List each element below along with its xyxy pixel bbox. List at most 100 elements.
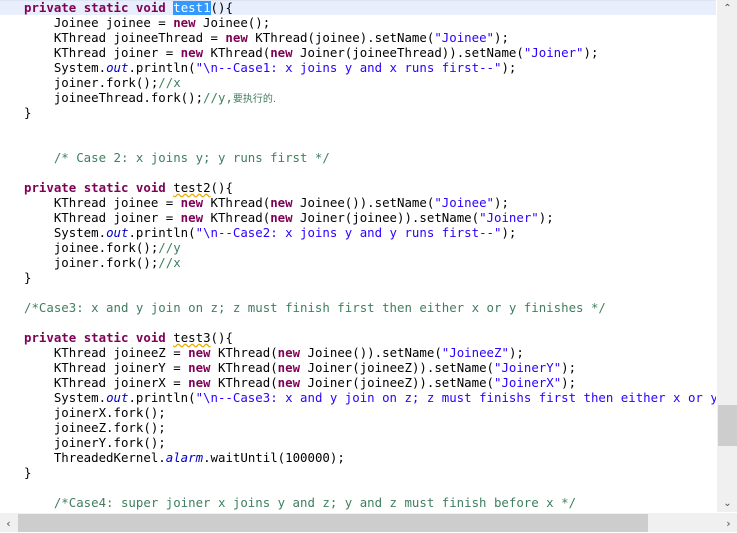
code-token: "\n--Case1: x joins y and x runs first--… bbox=[195, 60, 502, 75]
code-token: void bbox=[135, 0, 166, 15]
code-line[interactable]: private static void test2(){ bbox=[0, 180, 716, 195]
code-token: ); bbox=[508, 345, 524, 360]
code-line[interactable]: joinerY.fork(); bbox=[0, 435, 716, 450]
code-token: out bbox=[106, 225, 129, 240]
code-line[interactable]: KThread joineeZ = new KThread(new Joinee… bbox=[0, 345, 716, 360]
code-line[interactable]: KThread joinerX = new KThread(new Joiner… bbox=[0, 375, 716, 390]
scroll-right-arrow-icon[interactable]: › bbox=[720, 513, 737, 533]
code-token: System. bbox=[24, 390, 107, 405]
code-line[interactable]: joineeThread.fork();//y,要执行的. bbox=[0, 90, 716, 105]
code-token: Joinee(); bbox=[195, 15, 271, 30]
code-token: .println( bbox=[128, 60, 196, 75]
code-token: Joinee joinee = bbox=[24, 15, 174, 30]
scroll-up-arrow-icon[interactable]: ⌃ bbox=[717, 0, 737, 17]
code-token: joiner.fork(); bbox=[24, 75, 159, 90]
vertical-scrollbar-thumb[interactable] bbox=[718, 405, 737, 446]
code-line[interactable]: joiner.fork();//x bbox=[0, 255, 716, 270]
code-token: KThread(joinee).setName( bbox=[247, 30, 435, 45]
code-token: static bbox=[83, 180, 129, 195]
code-editor-window: private static void test1(){ Joinee join… bbox=[0, 0, 737, 532]
code-token: KThread( bbox=[203, 210, 271, 225]
scroll-down-arrow-icon[interactable]: ⌄ bbox=[717, 495, 737, 512]
code-text-area[interactable]: private static void test1(){ Joinee join… bbox=[0, 0, 717, 512]
code-token: KThread joinee = bbox=[24, 195, 181, 210]
code-line[interactable]: Joinee joinee = new Joinee(); bbox=[0, 15, 716, 30]
selected-token: test1 bbox=[173, 0, 211, 15]
code-line[interactable]: KThread joiner = new KThread(new Joiner(… bbox=[0, 45, 716, 60]
code-line[interactable] bbox=[0, 165, 716, 180]
code-line[interactable]: KThread joinee = new KThread(new Joinee(… bbox=[0, 195, 716, 210]
horizontal-scrollbar[interactable]: ‹ › bbox=[0, 512, 737, 532]
code-line[interactable]: /*Case3: x and y join on z; z must finis… bbox=[0, 300, 716, 315]
code-line[interactable]: } bbox=[0, 105, 716, 120]
code-line[interactable]: joinerX.fork(); bbox=[0, 405, 716, 420]
code-token: KThread joiner = bbox=[24, 210, 181, 225]
code-token: ); bbox=[583, 45, 599, 60]
code-token: "JoinerY" bbox=[494, 360, 562, 375]
code-token: joinee.fork(); bbox=[24, 240, 159, 255]
code-token: "JoineeZ" bbox=[441, 345, 509, 360]
code-line[interactable]: private static void test3(){ bbox=[0, 330, 716, 345]
code-token: KThread joineeZ = bbox=[24, 345, 189, 360]
code-token: joinerY.fork(); bbox=[24, 435, 166, 450]
code-line[interactable]: KThread joineeThread = new KThread(joine… bbox=[0, 30, 716, 45]
code-token: out bbox=[106, 390, 129, 405]
code-token: Joiner(joinee)).setName( bbox=[292, 210, 480, 225]
code-token: private bbox=[24, 330, 77, 345]
code-token: new bbox=[188, 375, 211, 390]
code-line[interactable] bbox=[0, 285, 716, 300]
code-line[interactable]: System.out.println("\n--Case3: x and y j… bbox=[0, 390, 716, 405]
code-line[interactable] bbox=[0, 135, 716, 150]
code-token: ); bbox=[501, 225, 517, 240]
code-token: KThread joiner = bbox=[24, 45, 181, 60]
code-token: out bbox=[106, 60, 129, 75]
code-token: Joiner(joineeZ)).setName( bbox=[300, 360, 495, 375]
code-token: joinerX.fork(); bbox=[24, 405, 166, 420]
code-line[interactable] bbox=[0, 120, 716, 135]
vertical-scrollbar[interactable]: ⌃ ⌄ bbox=[716, 0, 737, 512]
code-line[interactable] bbox=[0, 315, 716, 330]
scroll-left-arrow-icon[interactable]: ‹ bbox=[0, 513, 17, 533]
code-line[interactable]: KThread joinerY = new KThread(new Joiner… bbox=[0, 360, 716, 375]
code-token: void bbox=[135, 330, 166, 345]
code-line[interactable]: joineeZ.fork(); bbox=[0, 420, 716, 435]
code-token: (){ bbox=[210, 0, 233, 15]
code-token: Joiner(joineeThread)).setName( bbox=[292, 45, 524, 60]
code-token: .println( bbox=[128, 225, 196, 240]
code-line[interactable]: ThreadedKernel.alarm.waitUntil(100000); bbox=[0, 450, 716, 465]
code-line[interactable]: } bbox=[0, 465, 716, 480]
horizontal-scrollbar-thumb[interactable] bbox=[18, 514, 648, 532]
code-line[interactable]: System.out.println("\n--Case2: x joins y… bbox=[0, 225, 716, 240]
code-line[interactable]: /*Case4: super joiner x joins y and z; y… bbox=[0, 495, 716, 510]
code-token: new bbox=[180, 210, 204, 225]
code-token: static bbox=[83, 0, 129, 15]
code-token: "\n--Case2: x joins y and y runs first--… bbox=[195, 225, 502, 240]
code-token: .waitUntil(100000); bbox=[203, 450, 345, 465]
code-token: ); bbox=[494, 30, 509, 45]
code-token: private bbox=[24, 180, 77, 195]
code-token: ); bbox=[494, 195, 509, 210]
code-token: (){ bbox=[210, 180, 233, 195]
code-token: /*Case3: x and y join on z; z must finis… bbox=[24, 300, 606, 315]
code-token: new bbox=[277, 375, 301, 390]
code-line[interactable]: } bbox=[0, 270, 716, 285]
code-token: new bbox=[277, 345, 301, 360]
code-token: KThread joineeThread = bbox=[24, 30, 226, 45]
code-line[interactable]: joiner.fork();//x bbox=[0, 75, 716, 90]
code-line[interactable] bbox=[0, 480, 716, 495]
code-token: new bbox=[270, 195, 293, 210]
code-token: //y, bbox=[203, 90, 233, 105]
code-line[interactable]: joinee.fork();//y bbox=[0, 240, 716, 255]
code-token: (){ bbox=[210, 330, 233, 345]
code-line[interactable]: private static void test1(){ bbox=[0, 0, 716, 15]
code-token: ); bbox=[561, 375, 577, 390]
code-line[interactable]: /* Case 2: x joins y; y runs first */ bbox=[0, 150, 716, 165]
code-line[interactable]: System.out.println("\n--Case1: x joins y… bbox=[0, 60, 716, 75]
code-line[interactable]: KThread joiner = new KThread(new Joiner(… bbox=[0, 210, 716, 225]
code-token: KThread joinerX = bbox=[24, 375, 189, 390]
code-token: new bbox=[188, 345, 211, 360]
code-token: /*Case4: super joiner x joins y and z; y… bbox=[24, 495, 577, 510]
code-token: new bbox=[277, 360, 301, 375]
